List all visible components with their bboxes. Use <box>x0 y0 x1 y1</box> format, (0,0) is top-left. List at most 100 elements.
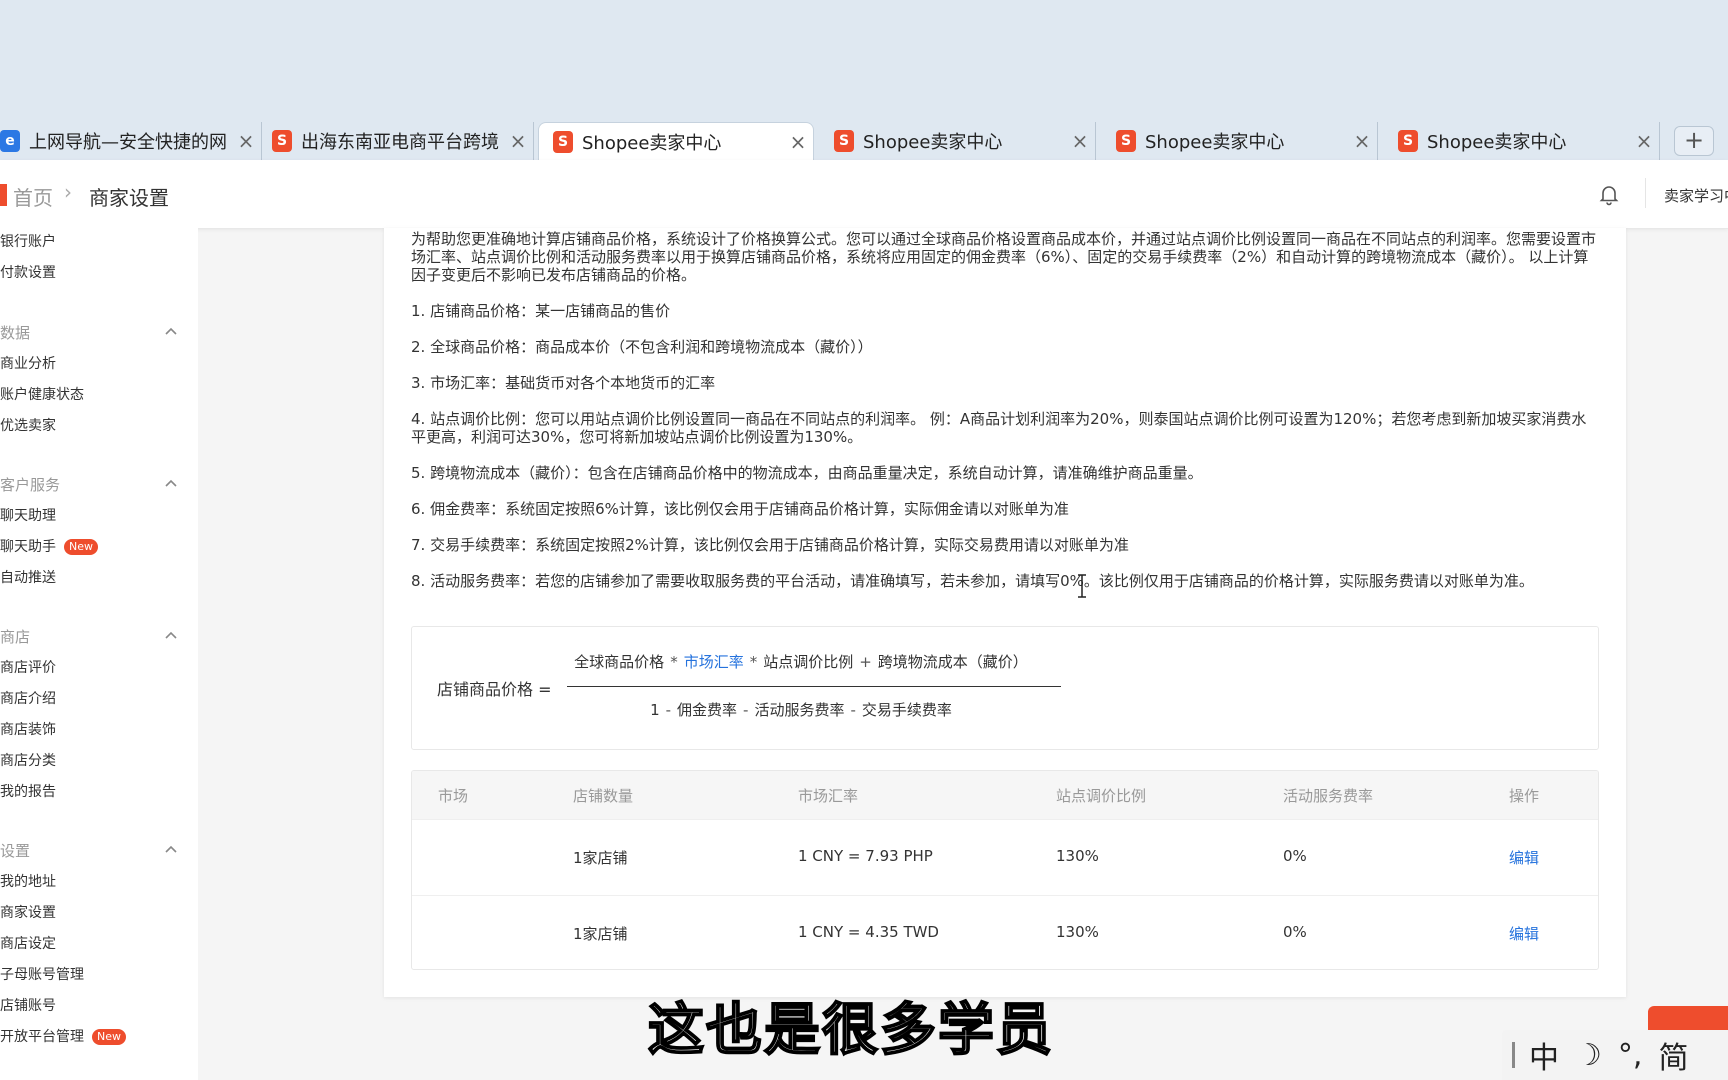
edit-link[interactable]: 编辑 <box>1509 847 1539 868</box>
chevron-up-icon[interactable] <box>164 844 178 854</box>
new-badge: New <box>64 539 98 555</box>
column-header: 操作 <box>1509 787 1540 805</box>
tab-2[interactable]: S Shopee卖家中心 × <box>538 122 814 160</box>
tab-5[interactable]: S Shopee卖家中心 × <box>1384 122 1660 160</box>
sidebar-item-bank-account[interactable]: 银行账户 <box>0 231 56 251</box>
ime-mode[interactable]: 简 <box>1658 1033 1688 1077</box>
sidebar-group-customer-service[interactable]: 客户服务 <box>0 474 60 495</box>
formula-operator: * <box>670 653 678 671</box>
seller-learning-link[interactable]: 卖家学习中 <box>1664 185 1728 206</box>
sidebar-item-shop-category[interactable]: 商店分类 <box>0 750 56 770</box>
moon-icon[interactable]: ☽ <box>1575 1038 1602 1073</box>
breadcrumb-home[interactable]: 首页 <box>13 182 53 211</box>
definition-item: 5. 跨境物流成本（藏价）：包含在店铺商品价格中的物流成本，由商品重量决定，系统… <box>411 464 1203 482</box>
formula-operator: - <box>743 701 749 719</box>
tab-1[interactable]: S 出海东南亚电商平台跨境 × <box>258 122 534 160</box>
service-fee-cell: 0% <box>1283 923 1307 941</box>
formula-denominator: 1- 佣金费率 - 活动服务费率 - 交易手续费率 <box>555 699 1047 720</box>
sidebar-item-auto-push[interactable]: 自动推送 <box>0 567 56 587</box>
tab-title: Shopee卖家中心 <box>582 132 722 154</box>
sidebar-item-payment-settings[interactable]: 付款设置 <box>0 262 56 282</box>
formula-term: 交易手续费率 <box>861 701 952 719</box>
tab-0[interactable]: e 上网导航—安全快捷的网 × <box>0 122 262 160</box>
sidebar-item-preferred-seller[interactable]: 优选卖家 <box>0 415 56 435</box>
close-icon[interactable]: × <box>1065 129 1095 153</box>
formula-operator: - <box>850 701 856 719</box>
formula-operator: * <box>749 653 758 671</box>
breadcrumb-separator: › <box>64 180 72 204</box>
shopee-icon: S <box>834 130 854 152</box>
tab-title: Shopee卖家中心 <box>1427 132 1567 153</box>
close-icon[interactable]: × <box>231 129 261 153</box>
ime-punctuation[interactable]: °, <box>1618 1038 1643 1073</box>
tab-title: Shopee卖家中心 <box>863 132 1003 153</box>
sidebar-group-shop[interactable]: 商店 <box>0 626 30 647</box>
sidebar: 银行账户 付款设置 数据 商业分析 账户健康状态 优选卖家 客户服务 聊天助理 … <box>0 228 198 1080</box>
store-count-cell: 1家店铺 <box>573 849 628 867</box>
sidebar-item-sub-accounts[interactable]: 子母账号管理 <box>0 964 84 984</box>
sidebar-item-label: 聊天助手 <box>0 539 56 555</box>
sidebar-item-shop-settings[interactable]: 商店设定 <box>0 933 56 953</box>
column-header: 市场 <box>438 787 469 805</box>
market-table: 市场 店铺数量 市场汇率 站点调价比例 活动服务费率 操作 1家店铺 1 CNY… <box>411 770 1599 970</box>
bell-icon[interactable] <box>1597 182 1621 206</box>
close-icon[interactable]: × <box>1629 129 1659 153</box>
formula-numerator: 全球商品价格 * 市场汇率 * 站点调价比例 + 跨境物流成本（藏价） <box>555 651 1047 672</box>
floating-action-button[interactable] <box>1648 1006 1728 1030</box>
definition-item: 4. 站点调价比例：您可以用站点调价比例设置同一商品在不同站点的利润率。 例：A… <box>411 410 1587 446</box>
new-tab-button[interactable]: + <box>1674 126 1714 156</box>
sidebar-item-open-platform[interactable]: 开放平台管理 New <box>0 1026 126 1046</box>
browser-chrome <box>0 0 1728 122</box>
tab-title: 上网导航—安全快捷的网 <box>29 132 227 153</box>
exchange-rate-cell: 1 CNY = 4.35 TWD <box>798 923 939 941</box>
ime-toolbar: 中 ☽ °, 简 <box>1502 1030 1728 1080</box>
tab-title: Shopee卖家中心 <box>1145 132 1285 153</box>
chevron-up-icon[interactable] <box>164 630 178 640</box>
tab-4[interactable]: S Shopee卖家中心 × <box>1102 122 1378 160</box>
column-header: 站点调价比例 <box>1056 787 1147 805</box>
tab-title: 出海东南亚电商平台跨境 <box>301 132 499 153</box>
sidebar-item-merchant-settings[interactable]: 商家设置 <box>0 902 56 922</box>
close-icon[interactable]: × <box>503 129 533 153</box>
sidebar-item-shop-profile[interactable]: 商店介绍 <box>0 688 56 708</box>
sidebar-item-shop-decoration[interactable]: 商店装饰 <box>0 719 56 739</box>
shopee-logo[interactable] <box>0 184 7 206</box>
formula-term: 活动服务费率 <box>754 701 845 719</box>
header-divider <box>1645 178 1646 208</box>
formula-operator: + <box>859 653 872 671</box>
sidebar-group-settings[interactable]: 设置 <box>0 840 30 861</box>
close-icon[interactable]: × <box>783 130 813 154</box>
ime-handle[interactable] <box>1512 1042 1515 1068</box>
table-row: 1家店铺 1 CNY = 7.93 PHP 130% 0% 编辑 <box>412 819 1598 895</box>
nav-icon: e <box>0 130 20 152</box>
store-count-cell: 1家店铺 <box>573 925 628 943</box>
price-settings-card: 为帮助您更准确地计算店铺商品价格，系统设计了价格换算公式。您可以通过全球商品价格… <box>384 228 1626 997</box>
column-header: 店铺数量 <box>573 787 634 805</box>
market-rate-link[interactable]: 市场汇率 <box>684 653 744 671</box>
sidebar-item-my-addresses[interactable]: 我的地址 <box>0 871 56 891</box>
shopee-icon: S <box>272 130 292 152</box>
close-icon[interactable]: × <box>1347 129 1377 153</box>
chevron-up-icon[interactable] <box>164 478 178 488</box>
formula-term: 全球商品价格 <box>574 653 665 671</box>
edit-link[interactable]: 编辑 <box>1509 923 1539 944</box>
page-header: 首页 › 商家设置 卖家学习中 <box>0 160 1728 229</box>
formula-term: 跨境物流成本（藏价） <box>877 653 1028 671</box>
column-header: 市场汇率 <box>798 787 859 805</box>
tab-3[interactable]: S Shopee卖家中心 × <box>820 122 1096 160</box>
sidebar-item-business-insights[interactable]: 商业分析 <box>0 353 56 373</box>
sidebar-item-chat-helper[interactable]: 聊天助手 New <box>0 536 98 556</box>
sidebar-item-account-health[interactable]: 账户健康状态 <box>0 384 84 404</box>
sidebar-group-data[interactable]: 数据 <box>0 322 30 343</box>
formula-term: 1 <box>650 701 660 719</box>
sidebar-item-label: 开放平台管理 <box>0 1029 84 1045</box>
sidebar-item-my-reports[interactable]: 我的报告 <box>0 781 56 801</box>
sidebar-item-shop-account[interactable]: 店铺账号 <box>0 995 56 1015</box>
sidebar-item-chat-assistant[interactable]: 聊天助理 <box>0 505 56 525</box>
ime-language[interactable]: 中 <box>1529 1033 1559 1077</box>
sidebar-item-shop-rating[interactable]: 商店评价 <box>0 657 56 677</box>
chevron-up-icon[interactable] <box>164 326 178 336</box>
fraction-line <box>567 686 1061 687</box>
shopee-icon: S <box>1116 130 1136 152</box>
definition-item: 1. 店铺商品价格：某一店铺商品的售价 <box>411 302 671 320</box>
